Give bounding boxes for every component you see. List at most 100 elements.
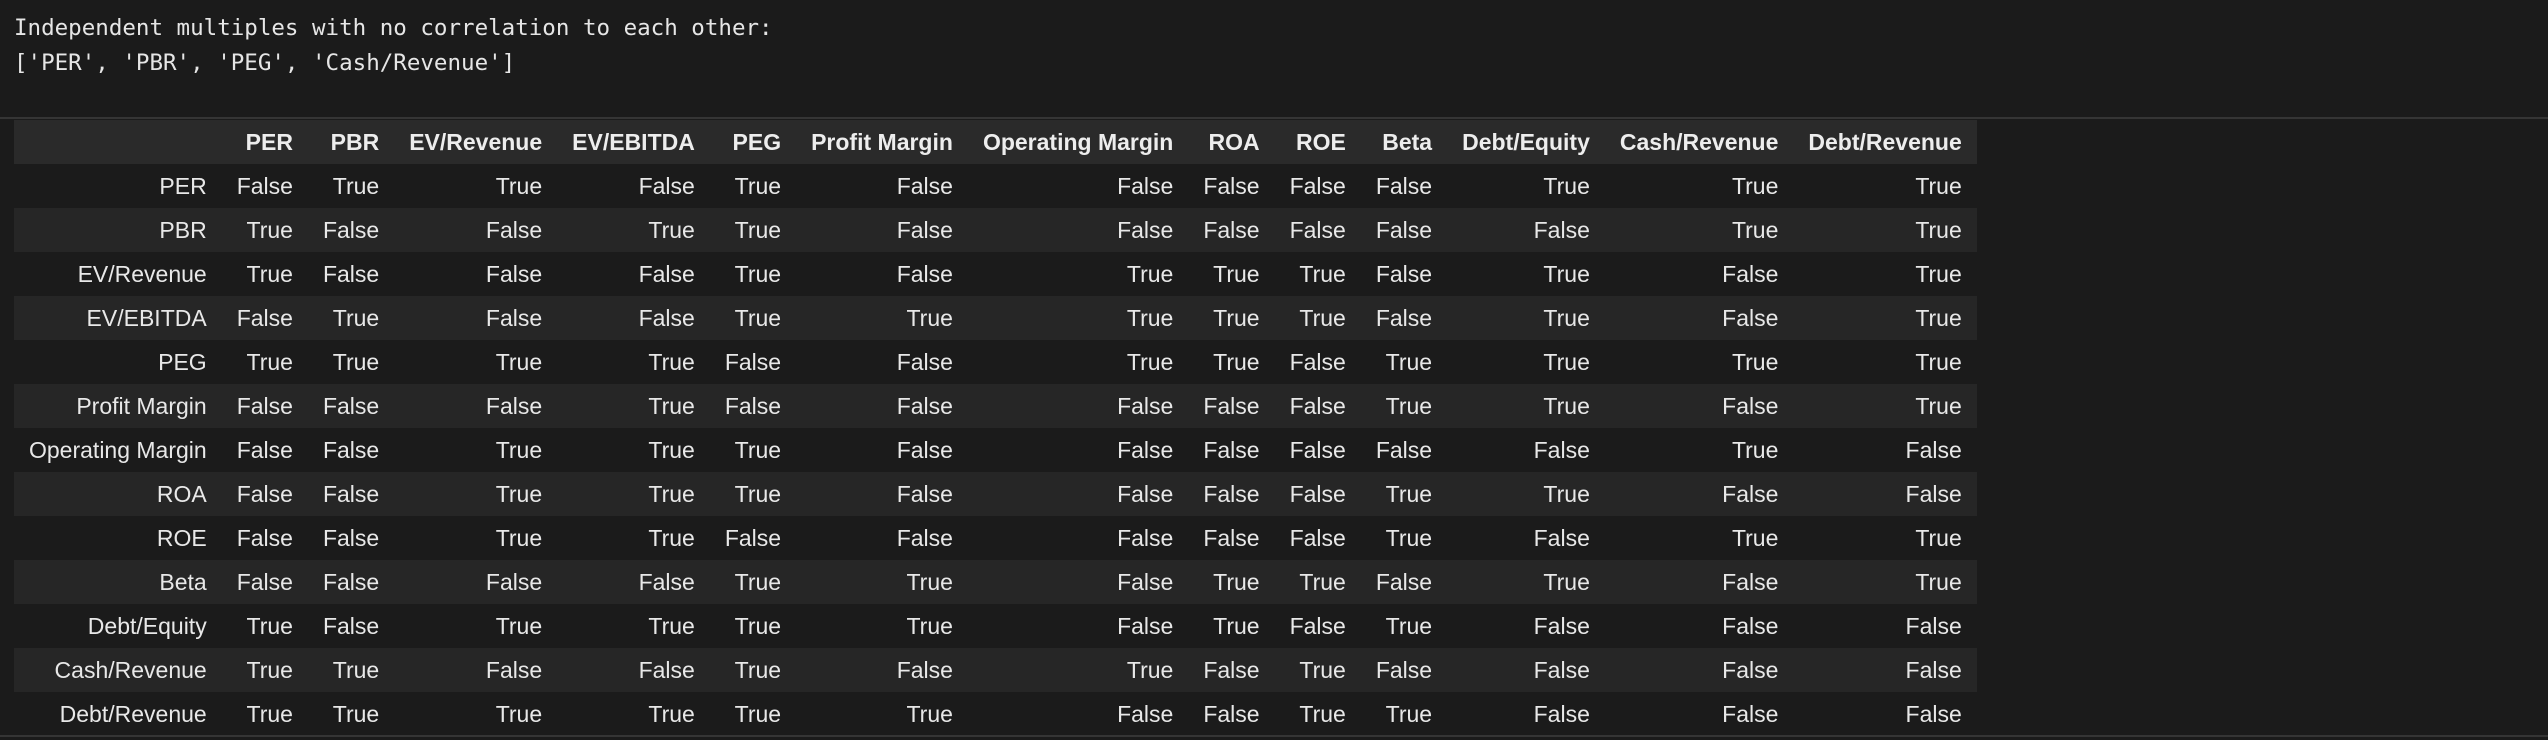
table-row: Beta False False False False True True False Tru… xyxy=(14,560,1977,604)
table-cell: False xyxy=(1533,524,1590,551)
table-cell: True xyxy=(734,304,782,331)
table-cell: True xyxy=(1299,260,1346,287)
table-cell: True xyxy=(1299,700,1346,727)
table-cell: True xyxy=(1385,700,1433,727)
table-cell: True xyxy=(1213,568,1260,595)
table-cell: False xyxy=(1203,216,1260,243)
column-header: ROE xyxy=(1274,120,1361,164)
row-index-label: EV/EBITDA xyxy=(86,304,207,331)
table-cell: True xyxy=(332,304,380,331)
table-cell: False xyxy=(1905,480,1962,507)
table-cell: False xyxy=(1203,480,1260,507)
table-cell: True xyxy=(246,216,293,243)
table-row: Debt/Revenue True True True True True True Fals… xyxy=(14,692,1977,736)
table-cell: True xyxy=(1299,568,1346,595)
table-cell: False xyxy=(1375,436,1433,463)
table-cell: False xyxy=(1289,216,1346,243)
table-cell: True xyxy=(1915,260,1962,287)
row-index-label: PEG xyxy=(158,348,207,375)
table-cell: True xyxy=(1915,216,1962,243)
table-cell: False xyxy=(322,392,380,419)
table-cell: False xyxy=(896,436,953,463)
table-cell: True xyxy=(332,656,380,683)
table-cell: True xyxy=(906,304,953,331)
table-cell: True xyxy=(1299,304,1346,331)
table-cell: False xyxy=(1375,216,1433,243)
table-cell: True xyxy=(332,172,380,199)
table-cell: False xyxy=(1905,656,1962,683)
table-cell: False xyxy=(1905,436,1962,463)
table-cell: True xyxy=(1543,172,1590,199)
table-cell: False xyxy=(485,568,543,595)
table-cell: True xyxy=(648,216,695,243)
table-cell: False xyxy=(1117,700,1174,727)
table-cell: True xyxy=(1731,436,1779,463)
table-cell: False xyxy=(1203,436,1260,463)
table-cell: False xyxy=(1117,436,1174,463)
table-cell: False xyxy=(1117,392,1174,419)
table-cell: True xyxy=(495,480,543,507)
table-cell: False xyxy=(1203,172,1260,199)
table-cell: False xyxy=(236,172,293,199)
table-cell: True xyxy=(246,260,293,287)
table-cell: True xyxy=(1915,172,1962,199)
table-cell: False xyxy=(236,392,293,419)
table-cell: False xyxy=(724,348,782,375)
table-cell: False xyxy=(1289,436,1346,463)
table-cell: True xyxy=(495,436,543,463)
table-cell: False xyxy=(724,392,782,419)
table-cell: False xyxy=(1722,392,1779,419)
table-cell: False xyxy=(236,304,293,331)
table-cell: False xyxy=(896,480,953,507)
table-row: ROA False False True True True False False False… xyxy=(14,472,1977,516)
table-cell: True xyxy=(246,612,293,639)
table-cell: False xyxy=(1203,656,1260,683)
table-cell: True xyxy=(648,612,695,639)
table-cell: False xyxy=(1289,172,1346,199)
table-cell: False xyxy=(1533,436,1590,463)
table-row: Debt/Equity True False True True True True Fals… xyxy=(14,604,1977,648)
column-header: Beta xyxy=(1360,120,1448,164)
table-cell: True xyxy=(332,348,380,375)
table-cell: False xyxy=(896,172,953,199)
output-line-heading: Independent multiples with no correlatio… xyxy=(14,15,773,41)
table-cell: False xyxy=(485,656,543,683)
table-cell: False xyxy=(1289,480,1346,507)
table-row: EV/Revenue True False False False True False Tr… xyxy=(14,252,1977,296)
table-cell: False xyxy=(1117,524,1174,551)
row-index-label: PBR xyxy=(159,216,207,243)
dataframe-table: PER PBR EV/Revenue EV/EBITDA PEG Profit Margi… xyxy=(14,120,1977,736)
table-cell: True xyxy=(1385,480,1433,507)
table-cell: False xyxy=(1722,304,1779,331)
table-row: Profit Margin False False False True False Fal… xyxy=(14,384,1977,428)
table-cell: True xyxy=(1385,348,1433,375)
table-cell: True xyxy=(734,216,782,243)
row-index-label: Debt/Equity xyxy=(87,612,207,639)
table-cell: True xyxy=(648,524,695,551)
table-cell: False xyxy=(1289,348,1346,375)
table-cell: False xyxy=(1289,612,1346,639)
table-cell: False xyxy=(1203,524,1260,551)
table-cell: False xyxy=(1375,304,1433,331)
table-cell: False xyxy=(1375,568,1433,595)
table-cell: False xyxy=(322,436,380,463)
column-header: PER xyxy=(221,120,308,164)
row-index-label: EV/Revenue xyxy=(77,260,207,287)
table-cell: True xyxy=(1543,480,1590,507)
row-index-label: Operating Margin xyxy=(29,436,207,463)
table-cell: False xyxy=(236,568,293,595)
table-cell: True xyxy=(1126,348,1174,375)
table-row: Operating Margin False False True True True Fa… xyxy=(14,428,1977,472)
table-cell: False xyxy=(1289,392,1346,419)
table-cell: False xyxy=(322,480,380,507)
table-cell: True xyxy=(906,612,953,639)
table-cell: False xyxy=(1533,656,1590,683)
table-cell: False xyxy=(1722,260,1779,287)
table-cell: True xyxy=(1543,392,1590,419)
table-cell: True xyxy=(1213,304,1260,331)
table-cell: False xyxy=(236,524,293,551)
index-corner xyxy=(14,120,222,164)
table-cell: True xyxy=(1543,304,1590,331)
row-index-label: Debt/Revenue xyxy=(59,700,207,727)
table-cell: True xyxy=(332,700,380,727)
